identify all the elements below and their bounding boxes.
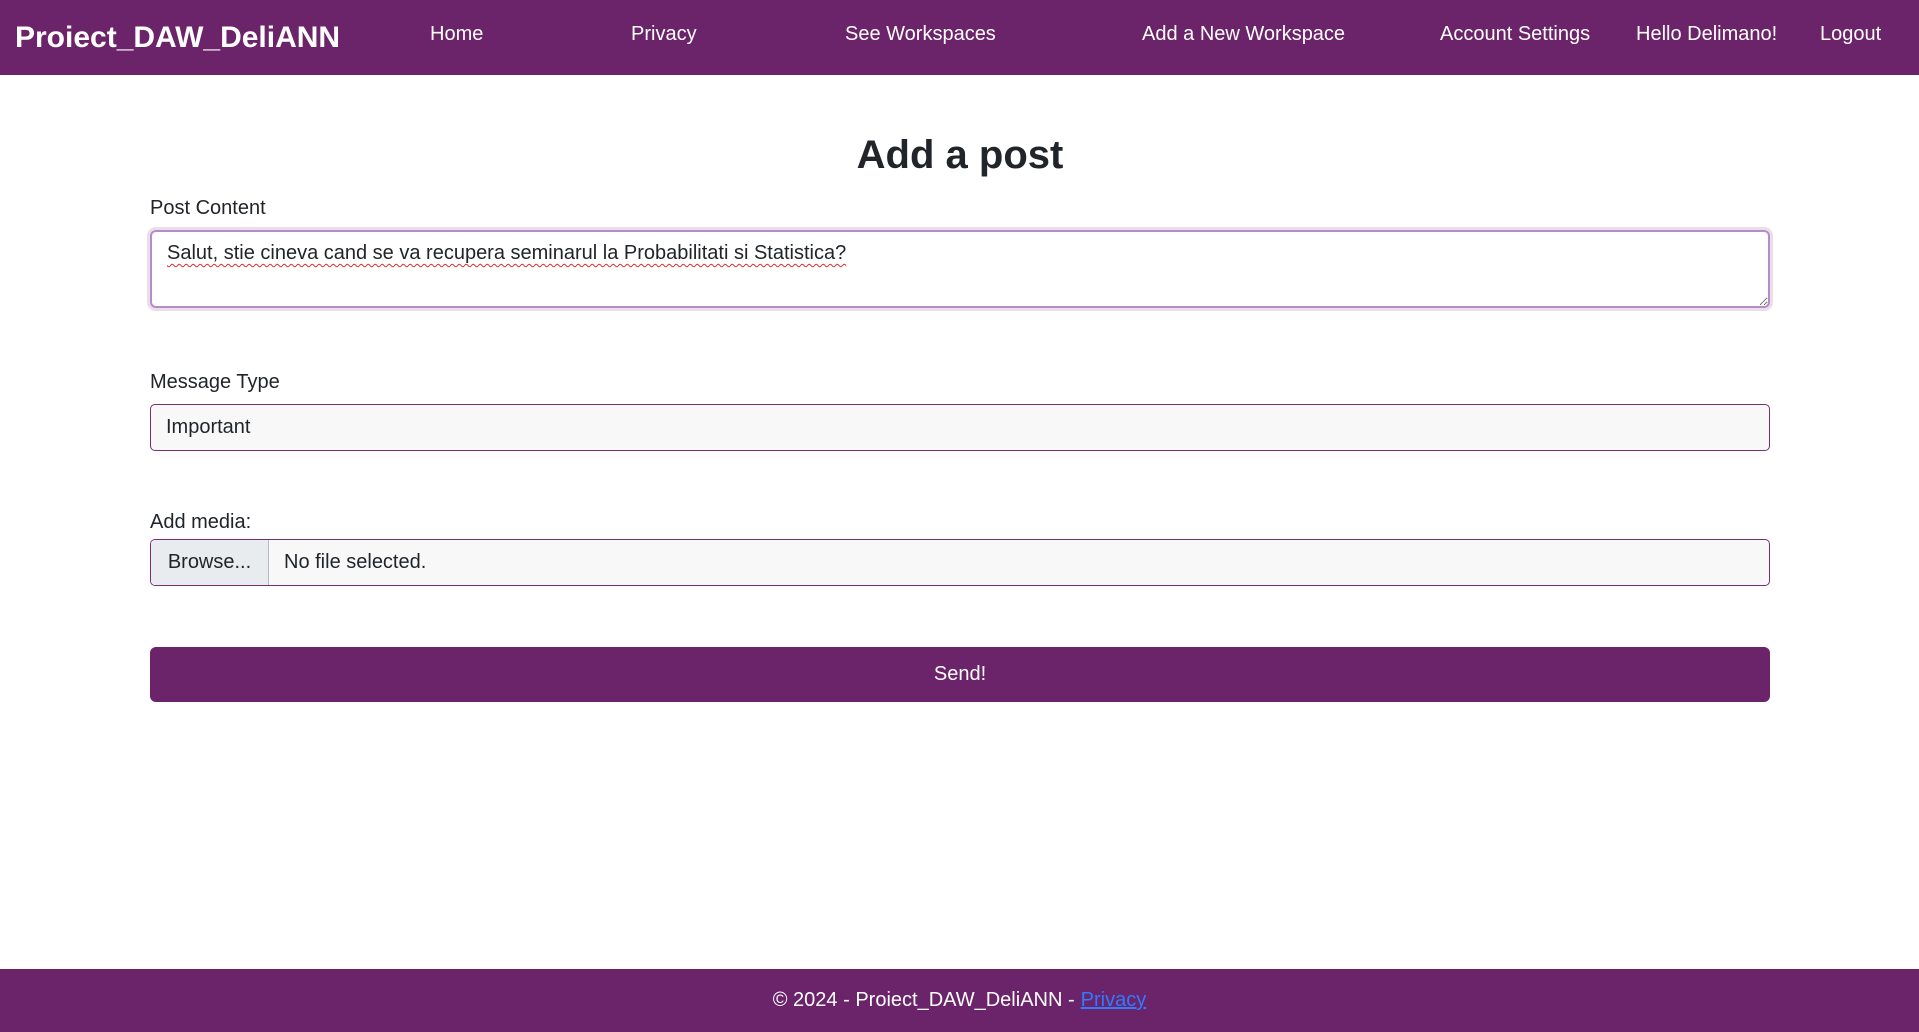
nav-account-settings[interactable]: Account Settings (1440, 23, 1590, 46)
footer-privacy-link[interactable]: Privacy (1081, 989, 1147, 1012)
send-button[interactable]: Send! (150, 647, 1770, 702)
nav-hello-user[interactable]: Hello Delimano! (1636, 23, 1777, 46)
main-content: Add a post Post Content Salut, stie cine… (150, 75, 1770, 702)
nav-see-workspaces[interactable]: See Workspaces (845, 23, 996, 46)
message-type-value: Important (166, 416, 251, 438)
footer-copyright: © 2024 - Proiect_DAW_DeliANN - (772, 989, 1075, 1011)
media-file-input[interactable]: Browse... No file selected. (150, 539, 1770, 586)
nav-add-workspace[interactable]: Add a New Workspace (1142, 23, 1345, 46)
add-media-label: Add media: (150, 511, 252, 533)
nav-logout[interactable]: Logout (1820, 23, 1881, 46)
page-footer: © 2024 - Proiect_DAW_DeliANN - Privacy (0, 969, 1919, 1032)
browse-button[interactable]: Browse... (151, 540, 269, 585)
file-status-text: No file selected. (284, 551, 427, 573)
message-type-select[interactable]: Important (150, 404, 1770, 451)
message-type-label: Message Type (150, 371, 280, 393)
post-content-group: Post Content Salut, stie cineva cand se … (150, 197, 1770, 313)
post-content-textarea[interactable]: Salut, stie cineva cand se va recupera s… (150, 230, 1770, 308)
nav-home[interactable]: Home (430, 23, 483, 46)
post-content-label: Post Content (150, 197, 266, 219)
top-navbar: Proiect_DAW_DeliANN Home Privacy See Wor… (0, 0, 1919, 75)
add-media-group: Add media: Browse... No file selected. (150, 511, 1770, 586)
page-title: Add a post (856, 133, 1064, 177)
brand-link[interactable]: Proiect_DAW_DeliANN (15, 21, 427, 55)
nav-privacy[interactable]: Privacy (631, 23, 697, 46)
message-type-group: Message Type Important (150, 371, 1770, 451)
nav-links: Home Privacy See Workspaces Add a New Wo… (427, 0, 1919, 75)
